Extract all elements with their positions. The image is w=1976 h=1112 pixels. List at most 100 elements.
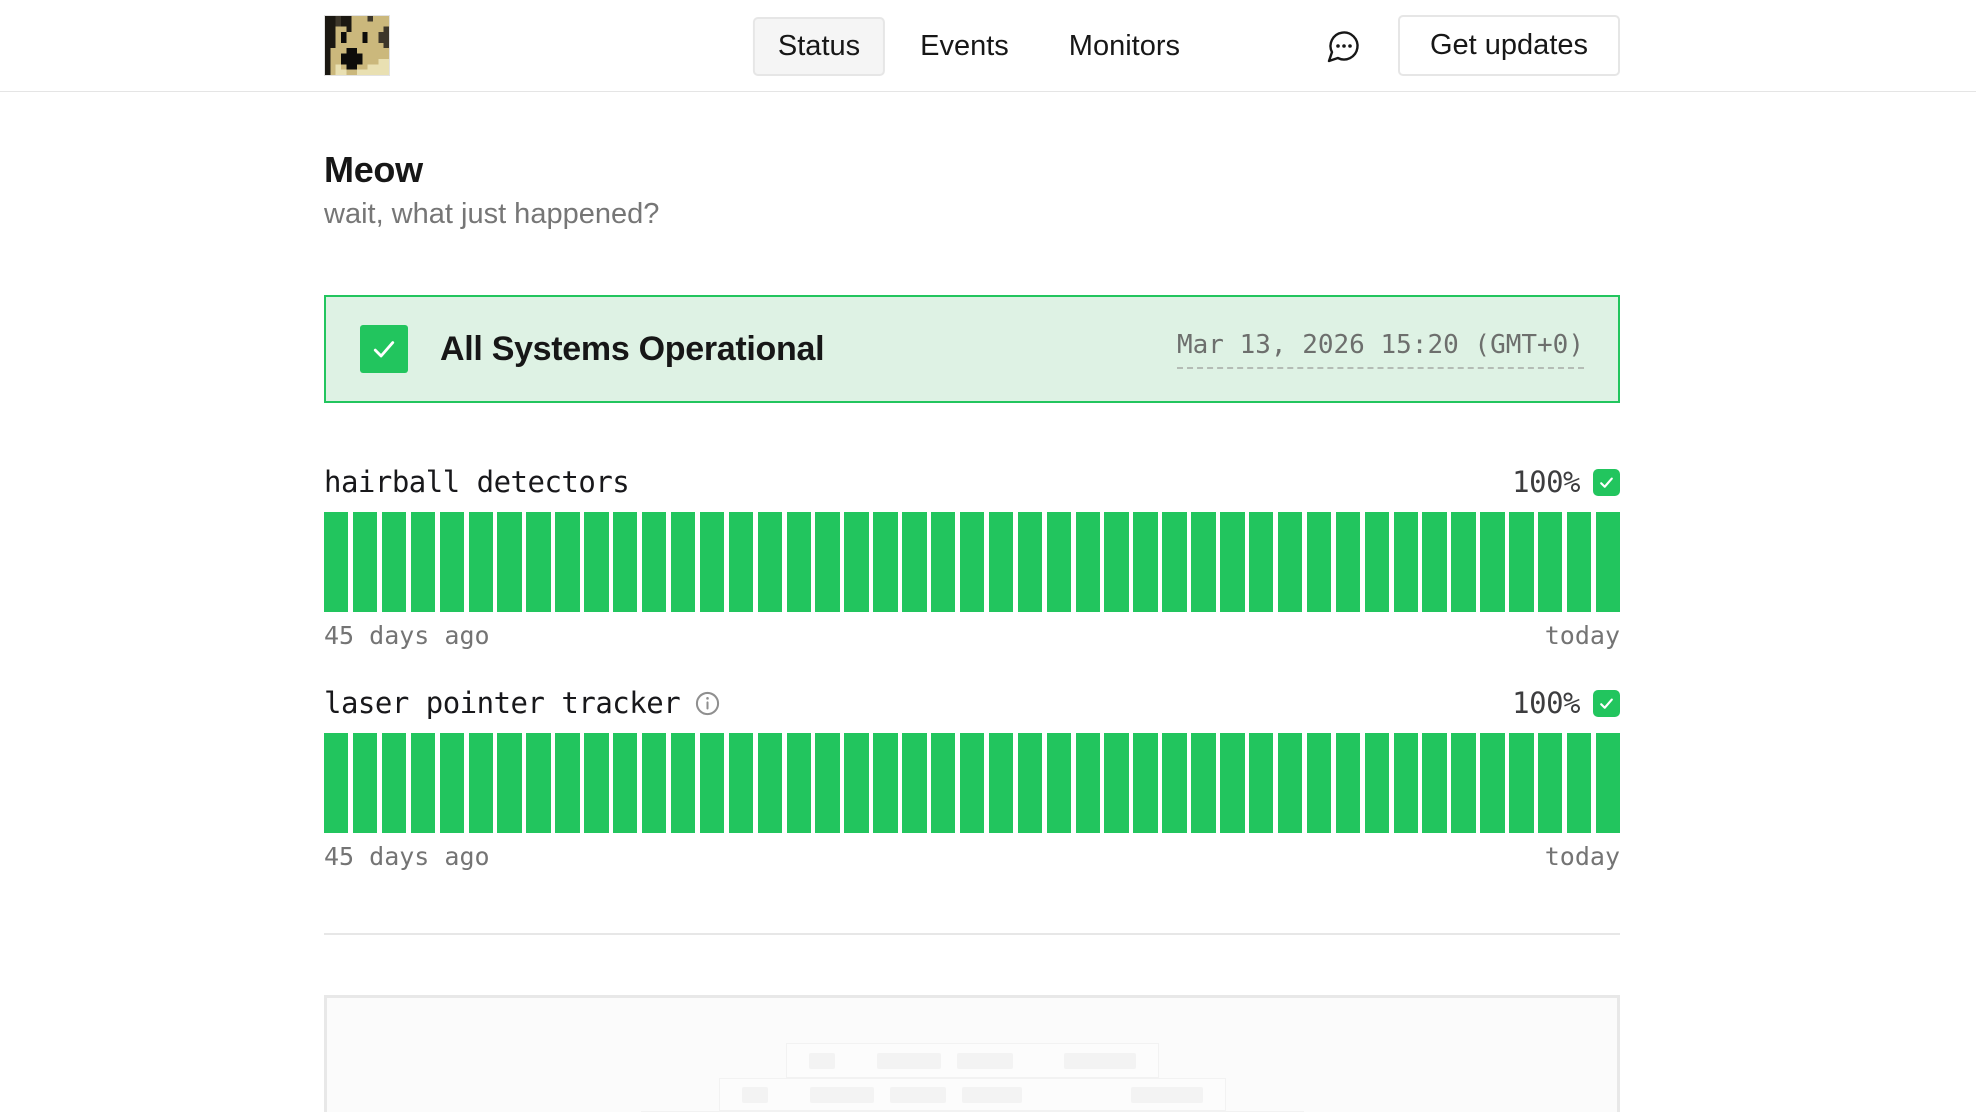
uptime-bar[interactable] <box>1596 733 1620 833</box>
uptime-bar[interactable] <box>729 512 753 612</box>
chat-button[interactable] <box>1324 26 1364 66</box>
uptime-bar[interactable] <box>1365 733 1389 833</box>
uptime-bar[interactable] <box>584 733 608 833</box>
uptime-bar[interactable] <box>844 733 868 833</box>
uptime-bar[interactable] <box>1336 512 1360 612</box>
uptime-bar[interactable] <box>1394 512 1418 612</box>
uptime-bar[interactable] <box>555 733 579 833</box>
uptime-bar[interactable] <box>1307 733 1331 833</box>
uptime-bar[interactable] <box>700 733 724 833</box>
uptime-bar[interactable] <box>1307 512 1331 612</box>
uptime-bar[interactable] <box>902 733 926 833</box>
uptime-bar[interactable] <box>1365 512 1389 612</box>
uptime-bar[interactable] <box>353 512 377 612</box>
uptime-bar[interactable] <box>555 512 579 612</box>
uptime-bar[interactable] <box>353 733 377 833</box>
tab-status[interactable]: Status <box>753 17 885 76</box>
home-link[interactable] <box>324 15 390 76</box>
uptime-bar[interactable] <box>1191 512 1215 612</box>
uptime-bar[interactable] <box>1104 512 1128 612</box>
uptime-bar[interactable] <box>1018 512 1042 612</box>
uptime-bar[interactable] <box>787 733 811 833</box>
uptime-bar[interactable] <box>1480 512 1504 612</box>
uptime-bar[interactable] <box>324 733 348 833</box>
uptime-bar[interactable] <box>382 512 406 612</box>
uptime-bar[interactable] <box>1538 733 1562 833</box>
uptime-bar[interactable] <box>1249 733 1273 833</box>
uptime-bar[interactable] <box>1480 733 1504 833</box>
uptime-bar[interactable] <box>729 733 753 833</box>
uptime-bar[interactable] <box>613 733 637 833</box>
uptime-bar[interactable] <box>1567 512 1591 612</box>
uptime-bar[interactable] <box>411 733 435 833</box>
uptime-bar[interactable] <box>1394 733 1418 833</box>
uptime-bar[interactable] <box>989 733 1013 833</box>
uptime-bar[interactable] <box>1018 733 1042 833</box>
uptime-bar[interactable] <box>642 512 666 612</box>
uptime-bar[interactable] <box>1278 733 1302 833</box>
uptime-bar[interactable] <box>873 512 897 612</box>
uptime-bar[interactable] <box>960 512 984 612</box>
monitor-section: laser pointer tracker 100% 45 days ago <box>324 686 1620 871</box>
tab-monitors[interactable]: Monitors <box>1044 17 1205 76</box>
uptime-bar[interactable] <box>526 733 550 833</box>
uptime-bar[interactable] <box>497 733 521 833</box>
uptime-bar[interactable] <box>815 512 839 612</box>
uptime-bar[interactable] <box>815 733 839 833</box>
uptime-bar[interactable] <box>526 512 550 612</box>
uptime-bar[interactable] <box>1220 512 1244 612</box>
uptime-bar[interactable] <box>440 733 464 833</box>
uptime-bar[interactable] <box>1162 733 1186 833</box>
uptime-bar[interactable] <box>469 512 493 612</box>
uptime-bar[interactable] <box>1278 512 1302 612</box>
uptime-bar[interactable] <box>671 733 695 833</box>
uptime-bar[interactable] <box>411 512 435 612</box>
uptime-bar[interactable] <box>469 733 493 833</box>
uptime-bar[interactable] <box>1451 733 1475 833</box>
uptime-bar[interactable] <box>1162 512 1186 612</box>
uptime-bar[interactable] <box>1422 512 1446 612</box>
uptime-bar[interactable] <box>671 512 695 612</box>
uptime-bar[interactable] <box>931 512 955 612</box>
uptime-bar[interactable] <box>1249 512 1273 612</box>
uptime-bar[interactable] <box>1509 733 1533 833</box>
ghost-block <box>1131 1087 1203 1103</box>
uptime-bar[interactable] <box>1047 733 1071 833</box>
status-timestamp[interactable]: Mar 13, 2026 15:20 (GMT+0) <box>1177 330 1584 369</box>
uptime-bar[interactable] <box>700 512 724 612</box>
uptime-bar[interactable] <box>960 733 984 833</box>
tab-events[interactable]: Events <box>895 17 1034 76</box>
uptime-bar[interactable] <box>642 733 666 833</box>
uptime-bar[interactable] <box>1133 733 1157 833</box>
info-icon[interactable] <box>694 690 721 717</box>
uptime-bar[interactable] <box>613 512 637 612</box>
uptime-bar[interactable] <box>1220 733 1244 833</box>
uptime-bar[interactable] <box>873 733 897 833</box>
uptime-bar[interactable] <box>1336 733 1360 833</box>
uptime-bar[interactable] <box>758 512 782 612</box>
uptime-bar[interactable] <box>440 512 464 612</box>
uptime-bar[interactable] <box>1509 512 1533 612</box>
uptime-bar[interactable] <box>1047 512 1071 612</box>
uptime-bar[interactable] <box>382 733 406 833</box>
uptime-bar[interactable] <box>1451 512 1475 612</box>
uptime-bar[interactable] <box>758 733 782 833</box>
uptime-bar[interactable] <box>844 512 868 612</box>
uptime-bar[interactable] <box>1191 733 1215 833</box>
uptime-bar[interactable] <box>497 512 521 612</box>
uptime-bar[interactable] <box>584 512 608 612</box>
uptime-bar[interactable] <box>1538 512 1562 612</box>
uptime-bar[interactable] <box>1076 733 1100 833</box>
uptime-bar[interactable] <box>931 733 955 833</box>
uptime-bar[interactable] <box>1133 512 1157 612</box>
uptime-bar[interactable] <box>1104 733 1128 833</box>
uptime-bar[interactable] <box>1567 733 1591 833</box>
uptime-bar[interactable] <box>1422 733 1446 833</box>
get-updates-button[interactable]: Get updates <box>1398 15 1620 76</box>
uptime-bar[interactable] <box>787 512 811 612</box>
uptime-bar[interactable] <box>989 512 1013 612</box>
uptime-bar[interactable] <box>1076 512 1100 612</box>
uptime-bar[interactable] <box>324 512 348 612</box>
uptime-bar[interactable] <box>1596 512 1620 612</box>
uptime-bar[interactable] <box>902 512 926 612</box>
